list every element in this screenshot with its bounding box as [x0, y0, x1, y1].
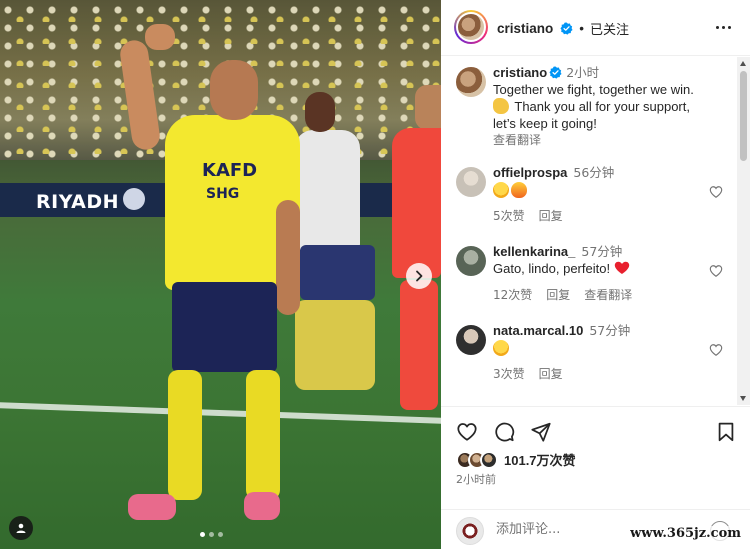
comment-time: 56分钟 [573, 165, 615, 180]
liker-avatar [480, 450, 498, 469]
author-avatar-small[interactable] [456, 67, 486, 97]
player-fist [145, 24, 175, 50]
author-username[interactable]: cristiano [497, 21, 553, 36]
heart-icon[interactable] [456, 421, 478, 443]
comment-like-icon[interactable] [709, 264, 723, 278]
comment-like-icon[interactable] [709, 185, 723, 199]
verified-badge-icon [560, 22, 573, 35]
comment-body: nata.marcal.10 57分钟 [493, 323, 709, 357]
comment-likes[interactable]: 5次赞 [493, 207, 525, 224]
teammate-head [305, 92, 335, 132]
player-left-boot [128, 494, 176, 520]
comment-time: 57分钟 [581, 244, 623, 259]
watermark: www.365jz.com [627, 526, 744, 541]
caption-time: 2小时 [566, 65, 600, 80]
teammate-shorts [300, 245, 375, 300]
author-avatar[interactable] [454, 10, 488, 44]
comment-reply-button[interactable]: 回复 [539, 207, 563, 224]
carousel-indicator [200, 532, 223, 537]
comment-actions: 3次赞 回复 [493, 365, 563, 382]
commenter-avatar[interactable] [456, 167, 486, 197]
header-separator: • [579, 21, 585, 36]
ad-board-logo [123, 188, 145, 210]
scroll-up-arrow[interactable] [740, 61, 746, 66]
comment-body: kellenkarina_ 57分钟 Gato, lindo, perfeito! [493, 244, 709, 277]
goalkeeper-legs [400, 280, 438, 410]
commenter-avatar[interactable] [456, 246, 486, 276]
comment-likes[interactable]: 3次赞 [493, 365, 525, 382]
comment-actions: 5次赞 回复 [493, 207, 563, 224]
player-shorts [172, 282, 277, 372]
comment-reply-button[interactable]: 回复 [546, 286, 570, 303]
teammate-jersey [295, 130, 360, 250]
scroll-down-arrow[interactable] [740, 396, 746, 401]
jersey-sponsor-2: SHG [206, 186, 240, 202]
caption-body: cristiano 2小时 Together we fight, togethe… [493, 65, 709, 149]
comment-time: 57分钟 [589, 323, 631, 338]
comments-list[interactable]: cristiano 2小时 Together we fight, togethe… [441, 57, 737, 405]
teammate-legs [295, 300, 375, 390]
comment-body: offielprospa 56分钟 [493, 165, 709, 199]
player-arm [276, 200, 300, 315]
goalkeeper-head [415, 85, 441, 130]
carousel-dot [218, 532, 223, 537]
post-photo[interactable]: RIYADH KAFD SHG [0, 0, 441, 549]
follow-status-button[interactable]: 已关注 [590, 19, 629, 38]
post-header: cristiano • 已关注 [441, 0, 750, 56]
comment-username[interactable]: offielprospa [493, 165, 567, 180]
player-right-leg [246, 370, 280, 500]
caption-line-2: Thank you all for your support, let’s ke… [493, 99, 690, 131]
red-heart-emoji [614, 261, 629, 274]
comment-text: Gato, lindo, perfeito! [493, 260, 611, 276]
player-right-boot [244, 492, 280, 520]
post-timestamp[interactable]: 2小时前 [456, 471, 496, 487]
chevron-right-icon [416, 270, 423, 282]
likes-count[interactable]: 101.7万次赞 [504, 450, 576, 469]
bookmark-icon[interactable] [715, 421, 737, 443]
verified-badge-icon [549, 66, 562, 79]
player-left-leg [168, 370, 202, 500]
goalkeeper-jersey [392, 128, 441, 278]
heart-eyes-emoji [493, 181, 509, 198]
caption-translate-link[interactable]: 查看翻译 [493, 133, 541, 147]
comment-username[interactable]: kellenkarina_ [493, 244, 575, 259]
carousel-dot [209, 532, 214, 537]
carousel-dot [200, 532, 205, 537]
post-sidebar: cristiano • 已关注 cristiano 2小时 Together w… [441, 0, 750, 549]
pitch-line [0, 402, 441, 424]
caption-username[interactable]: cristiano [493, 65, 547, 80]
comment-username[interactable]: nata.marcal.10 [493, 323, 583, 338]
author-info: cristiano • 已关注 [497, 19, 629, 38]
ad-board-text: RIYADH [36, 191, 120, 213]
comment-translate-link[interactable]: 查看翻译 [584, 286, 632, 303]
player-head [210, 60, 258, 120]
comment-likes[interactable]: 12次赞 [493, 286, 532, 303]
flexed-biceps-emoji [493, 98, 509, 114]
current-user-avatar [456, 517, 484, 545]
user-tag-icon [16, 523, 26, 533]
commenter-avatar[interactable] [456, 325, 486, 355]
more-options-button[interactable] [716, 20, 736, 34]
carousel-next-button[interactable] [406, 263, 432, 289]
heart-eyes-emoji [493, 339, 509, 356]
caption-line-1: Together we fight, together we win. [493, 81, 694, 97]
comments-scrollbar[interactable] [737, 57, 750, 405]
comment-like-icon[interactable] [709, 343, 723, 357]
comment-reply-button[interactable]: 回复 [539, 365, 563, 382]
user-tag-button[interactable] [9, 516, 33, 540]
share-icon[interactable] [530, 421, 552, 443]
scrollbar-thumb[interactable] [740, 71, 747, 161]
fire-emoji [511, 181, 527, 198]
comment-actions: 12次赞 回复 查看翻译 [493, 286, 632, 303]
comment-icon[interactable] [493, 421, 515, 443]
jersey-sponsor: KAFD [202, 160, 258, 181]
likes-summary[interactable]: 101.7万次赞 [456, 450, 576, 469]
